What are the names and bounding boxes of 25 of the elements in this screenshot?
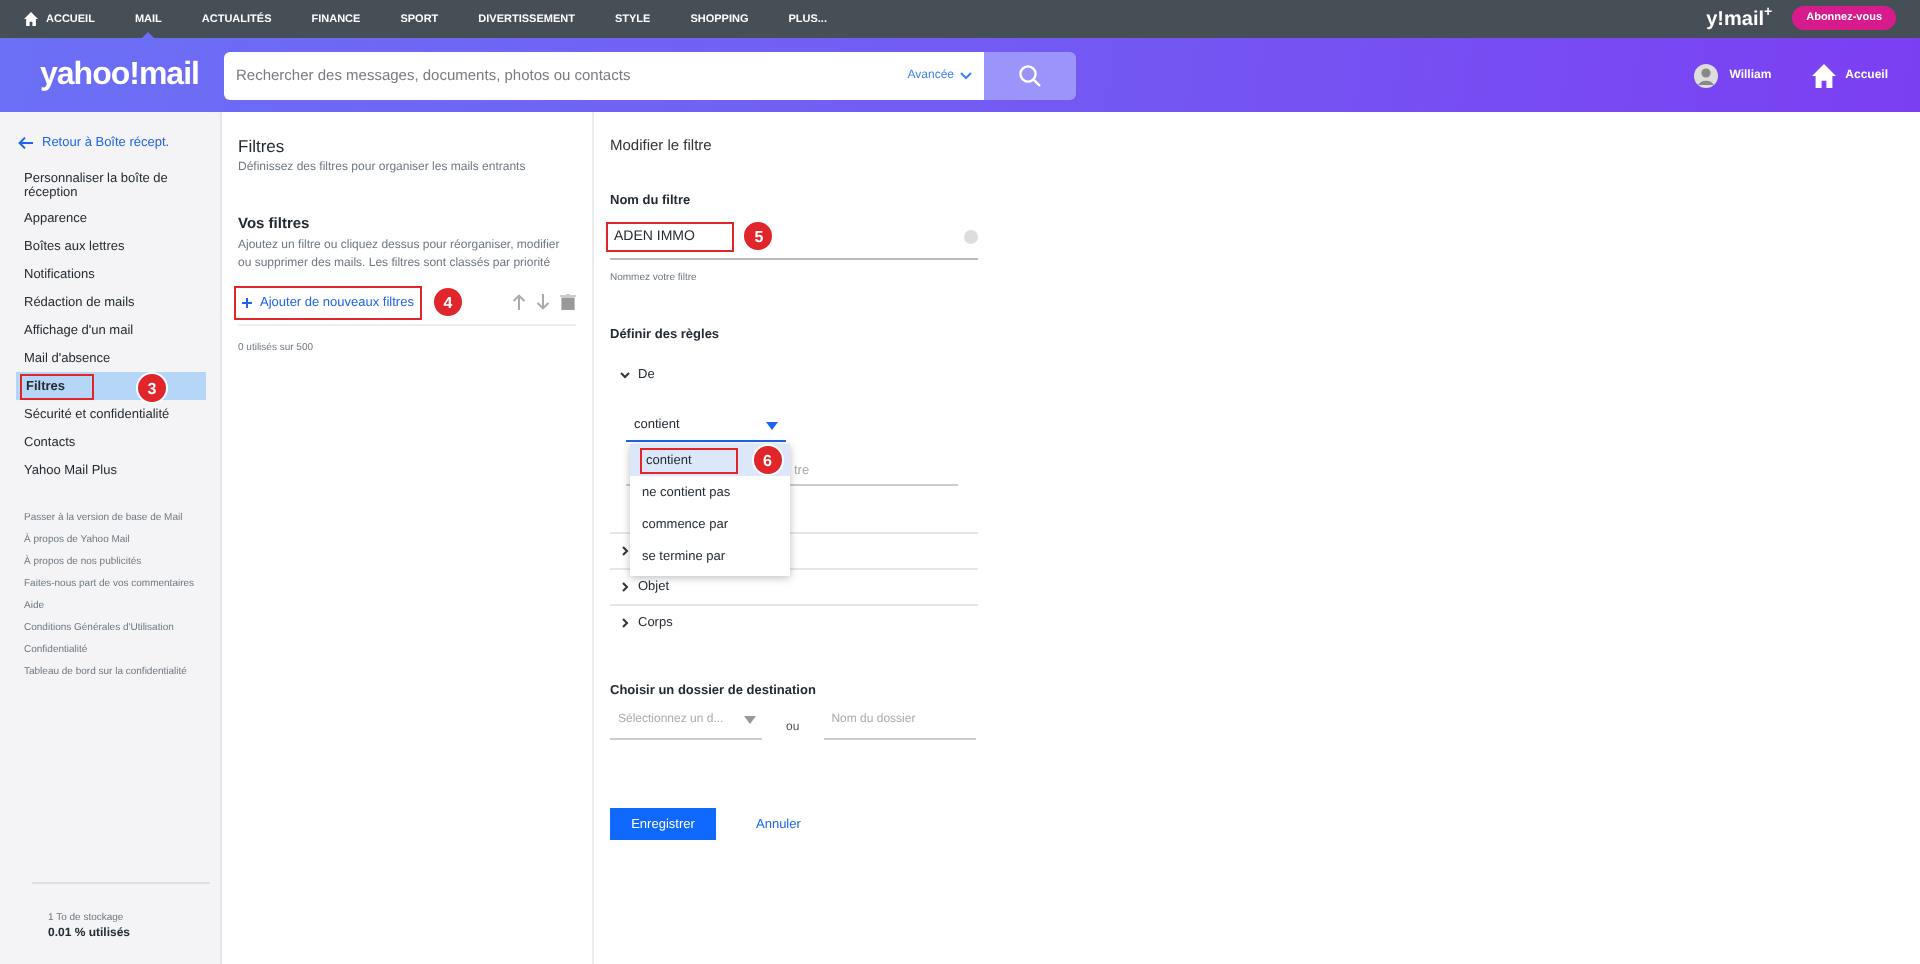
chevron-down-icon <box>960 71 972 79</box>
clear-icon[interactable] <box>964 229 978 243</box>
home-icon[interactable] <box>1811 63 1836 87</box>
home-icon <box>24 12 38 26</box>
avatar-icon <box>1693 63 1718 87</box>
search-icon <box>1018 63 1042 87</box>
chevron-right-icon <box>620 546 630 556</box>
arrow-up-icon[interactable] <box>512 294 526 310</box>
step-number-badge: 3 <box>136 372 168 404</box>
panel-title: Filtres <box>238 136 287 156</box>
step-number-badge: 6 <box>751 444 784 476</box>
search-button[interactable] <box>984 51 1076 99</box>
plus-icon <box>242 297 252 307</box>
arrow-down-icon[interactable] <box>536 294 550 310</box>
chevron-right-icon <box>620 618 630 628</box>
arrow-left-icon <box>18 135 34 149</box>
step-number-badge: 4 <box>431 286 464 318</box>
caret-icon <box>744 716 756 724</box>
step-number-badge: 5 <box>742 220 775 252</box>
trash-icon[interactable] <box>560 294 576 310</box>
caret-icon <box>766 421 778 429</box>
mail-logo: yahoo!mail <box>40 57 201 93</box>
chevron-right-icon <box>620 582 630 592</box>
mail-plus-logo: y!mail$^{+}$ <box>1706 6 1773 32</box>
chevron-down-icon <box>620 370 630 380</box>
